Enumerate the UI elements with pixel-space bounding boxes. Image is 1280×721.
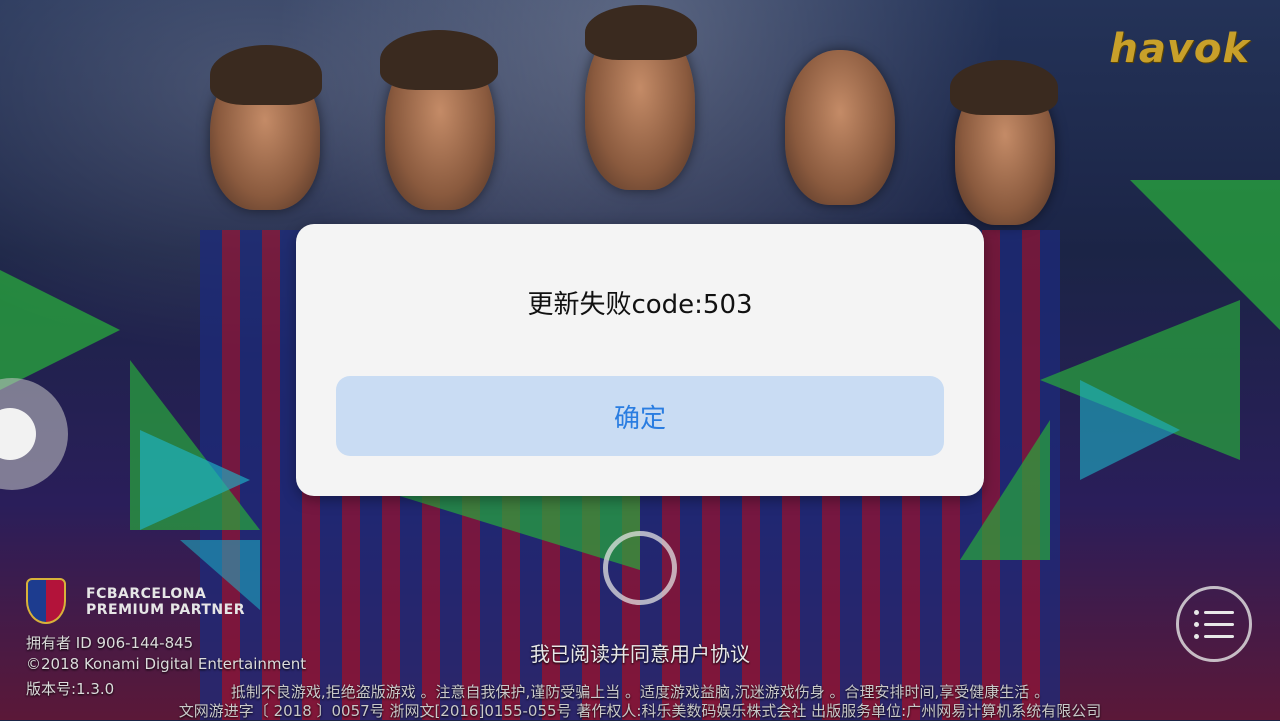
deco-shape bbox=[140, 430, 250, 530]
player-hair bbox=[950, 60, 1058, 115]
partner-tier: PREMIUM PARTNER bbox=[86, 602, 245, 618]
update-failed-dialog: 更新失败code:503 确定 bbox=[296, 224, 984, 496]
health-notice: 抵制不良游戏,拒绝盗版游戏 。注意自我保护,谨防受骗上当 。适度游戏益脑,沉迷游… bbox=[230, 683, 1050, 701]
fc-barcelona-crest-icon bbox=[26, 578, 66, 624]
confirm-button[interactable]: 确定 bbox=[336, 376, 944, 456]
license-notice: 文网游进字〔 2018 〕0057号 浙网文[2016]0155-055号 著作… bbox=[178, 702, 1102, 720]
player-hair bbox=[380, 30, 498, 90]
partner-name: FCBARCELONA bbox=[86, 586, 207, 602]
menu-list-icon bbox=[1194, 621, 1234, 627]
menu-list-icon bbox=[1194, 633, 1234, 639]
player-figure bbox=[785, 50, 895, 205]
copyright: ©2018 Konami Digital Entertainment bbox=[26, 655, 307, 673]
deco-shape bbox=[1080, 380, 1180, 480]
player-hair bbox=[585, 5, 697, 60]
deco-shape bbox=[0, 270, 120, 390]
havok-logo: havok bbox=[1109, 26, 1250, 72]
player-hair bbox=[210, 45, 322, 105]
loading-ring-icon bbox=[603, 531, 677, 605]
menu-button[interactable] bbox=[1176, 586, 1252, 662]
dialog-message: 更新失败code:503 bbox=[527, 290, 753, 320]
deco-shape bbox=[380, 490, 640, 570]
owner-id: 拥有者 ID 906-144-845 bbox=[26, 634, 194, 652]
menu-list-icon bbox=[1194, 609, 1234, 615]
